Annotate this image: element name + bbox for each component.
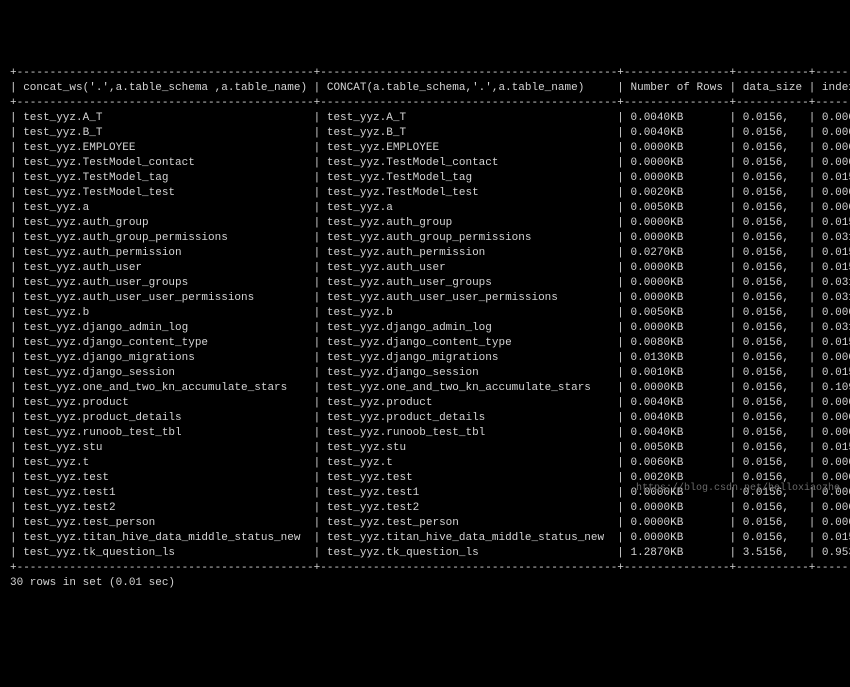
sql-result-table: +---------------------------------------… [10,66,840,591]
watermark: https://blog.csdn.net/helloxiaozhe [636,481,840,496]
